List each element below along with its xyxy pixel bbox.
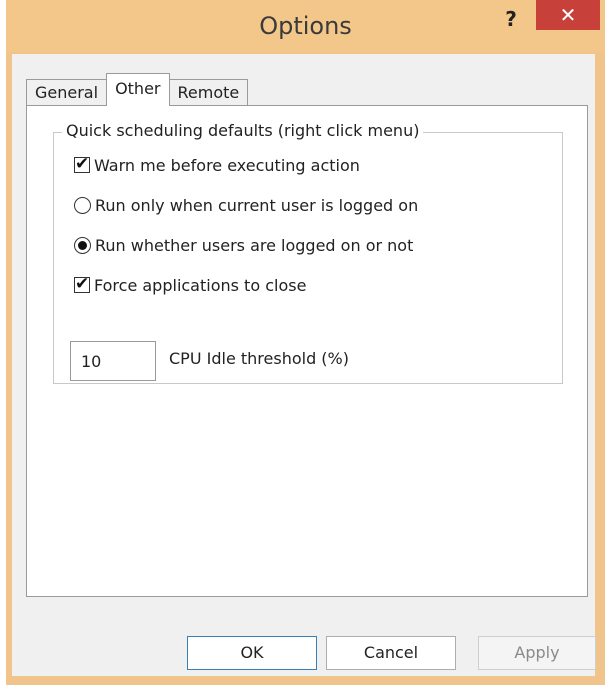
apply-button[interactable]: Apply: [478, 636, 596, 670]
tab-other[interactable]: Other: [106, 73, 170, 106]
ok-button[interactable]: OK: [187, 636, 317, 670]
cpu-idle-threshold-label: CPU Idle threshold (%): [169, 349, 349, 368]
tab-panel-other: Quick scheduling defaults (right click m…: [26, 105, 588, 597]
radio-button-selected[interactable]: [74, 236, 91, 254]
run-whether-logged-on-radio[interactable]: Run whether users are logged on or not: [74, 233, 413, 257]
group-legend: Quick scheduling defaults (right click m…: [62, 121, 424, 140]
force-close-label: Force applications to close: [94, 275, 307, 295]
close-button[interactable]: ✕: [536, 0, 600, 30]
checkmark-icon: ✔: [75, 274, 90, 294]
warn-before-action-checkbox[interactable]: ✔ Warn me before executing action: [74, 153, 360, 177]
help-button[interactable]: ?: [496, 6, 526, 32]
tab-remote[interactable]: Remote: [168, 79, 249, 106]
title-bar[interactable]: Options ? ✕: [6, 0, 605, 52]
dialog-body: General Other Remote Quick scheduling de…: [12, 54, 596, 676]
run-only-logged-on-label: Run only when current user is logged on: [95, 195, 419, 215]
run-only-logged-on-radio[interactable]: Run only when current user is logged on: [74, 193, 418, 217]
checkbox-box[interactable]: ✔: [74, 274, 90, 294]
tab-general[interactable]: General: [26, 79, 108, 106]
quick-scheduling-group: Quick scheduling defaults (right click m…: [53, 121, 563, 384]
radio-button-unselected[interactable]: [74, 196, 91, 214]
checkmark-icon: ✔: [75, 154, 90, 174]
radio-dot-icon: [78, 240, 87, 250]
force-close-checkbox[interactable]: ✔ Force applications to close: [74, 273, 306, 297]
run-whether-logged-on-label: Run whether users are logged on or not: [95, 235, 414, 255]
checkbox-box[interactable]: ✔: [74, 154, 90, 174]
options-dialog: Options ? ✕ General Other Remote Quick s…: [6, 0, 605, 685]
cancel-button[interactable]: Cancel: [326, 636, 456, 670]
close-icon: ✕: [559, 3, 577, 27]
tab-strip: General Other Remote: [26, 73, 249, 106]
warn-before-action-label: Warn me before executing action: [94, 155, 360, 175]
cpu-idle-threshold-input[interactable]: [70, 341, 156, 381]
